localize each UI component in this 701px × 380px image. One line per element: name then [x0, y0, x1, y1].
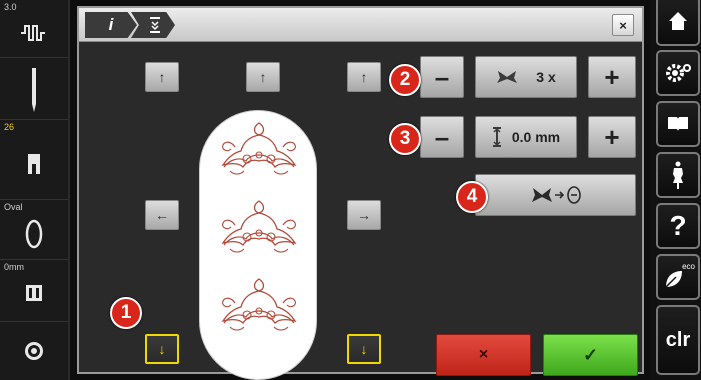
- dress-form-icon: [673, 161, 683, 189]
- hoop-label: Oval: [4, 202, 23, 212]
- right-toolbar: ? eco clr: [650, 0, 701, 380]
- stitch-width-icon: [0, 22, 68, 44]
- move-up-right-button[interactable]: ↑: [347, 62, 381, 92]
- callout-badge-1: 1: [110, 297, 142, 329]
- gear-icon: [666, 64, 691, 82]
- repeat-increase-button[interactable]: +: [588, 56, 636, 98]
- close-button[interactable]: ×: [612, 14, 634, 36]
- butterfly-icon: [497, 71, 518, 83]
- needle-cell[interactable]: [0, 58, 68, 120]
- help-icon: ?: [669, 210, 687, 241]
- spacing-value-field[interactable]: 0.0 mm: [475, 116, 577, 158]
- eco-icon: eco: [661, 262, 695, 292]
- move-down-left-button[interactable]: ↓: [145, 334, 179, 364]
- guide-button[interactable]: [656, 101, 700, 147]
- move-up-left-button[interactable]: ↑: [145, 62, 179, 92]
- move-up-center-button[interactable]: ↑: [246, 62, 280, 92]
- presser-foot-icon: [0, 152, 68, 176]
- cancel-button[interactable]: ×: [436, 334, 531, 376]
- settings-button[interactable]: [656, 50, 700, 96]
- embroidery-motif: [221, 122, 297, 331]
- repeat-decrease-button[interactable]: –: [420, 56, 464, 98]
- spacing-icon: [492, 127, 501, 147]
- feed-dog-icon: [0, 284, 68, 302]
- align-to-hoop-button[interactable]: [475, 174, 636, 216]
- presser-foot-cell[interactable]: 26: [0, 120, 68, 200]
- tab-pattern-repeat[interactable]: [131, 12, 175, 38]
- callout-badge-4: 4: [456, 181, 488, 213]
- spacing-decrease-button[interactable]: –: [420, 116, 464, 158]
- book-icon: [668, 117, 688, 131]
- stitch-width-cell[interactable]: 3.0: [0, 0, 68, 58]
- stitch-width-value: 3.0: [4, 2, 17, 12]
- butterfly-to-hoop-icon: [531, 186, 581, 204]
- offset-cell[interactable]: 0mm: [0, 260, 68, 322]
- repeat-count-value: 3 x: [536, 69, 556, 85]
- tutorial-button[interactable]: [656, 152, 700, 198]
- callout-badge-3: 3: [389, 123, 421, 155]
- offset-label: 0mm: [4, 262, 24, 272]
- home-icon: [669, 12, 687, 30]
- move-down-right-button[interactable]: ↓: [347, 334, 381, 364]
- pattern-repeat-dialog: i × ↑ ↑ ↑ ← → ↓ ↓ ↓: [77, 6, 644, 380]
- oval-hoop-icon: [0, 218, 68, 250]
- needle-icon: [0, 68, 68, 112]
- eco-button[interactable]: eco: [656, 254, 700, 300]
- confirm-button[interactable]: ✓: [543, 334, 638, 376]
- embroidery-hoop-preview: [199, 110, 317, 380]
- pattern-repeat-icon: [150, 17, 160, 33]
- bobbin-icon: [0, 340, 68, 362]
- repeat-count-field[interactable]: 3 x: [475, 56, 577, 98]
- clear-label: clr: [665, 328, 691, 351]
- home-button[interactable]: [656, 0, 700, 46]
- hoop-cell[interactable]: Oval: [0, 200, 68, 260]
- clear-button[interactable]: clr: [656, 305, 700, 375]
- presser-foot-number: 26: [4, 122, 15, 132]
- screen: 3.0 26 Oval 0mm i × ↑ ↑ ↑ ← → ↓ ↓ – 3 x …: [0, 0, 701, 380]
- callout-badge-2: 2: [389, 64, 421, 96]
- tab-info[interactable]: i: [85, 12, 137, 38]
- spacing-value: 0.0 mm: [511, 129, 561, 145]
- bobbin-cell[interactable]: [0, 322, 68, 380]
- help-button[interactable]: ?: [656, 203, 700, 249]
- spacing-increase-button[interactable]: +: [588, 116, 636, 158]
- left-status-bar: 3.0 26 Oval 0mm: [0, 0, 70, 380]
- move-left-button[interactable]: ←: [145, 200, 179, 230]
- move-right-button[interactable]: →: [347, 200, 381, 230]
- dialog-titlebar: i ×: [79, 8, 642, 42]
